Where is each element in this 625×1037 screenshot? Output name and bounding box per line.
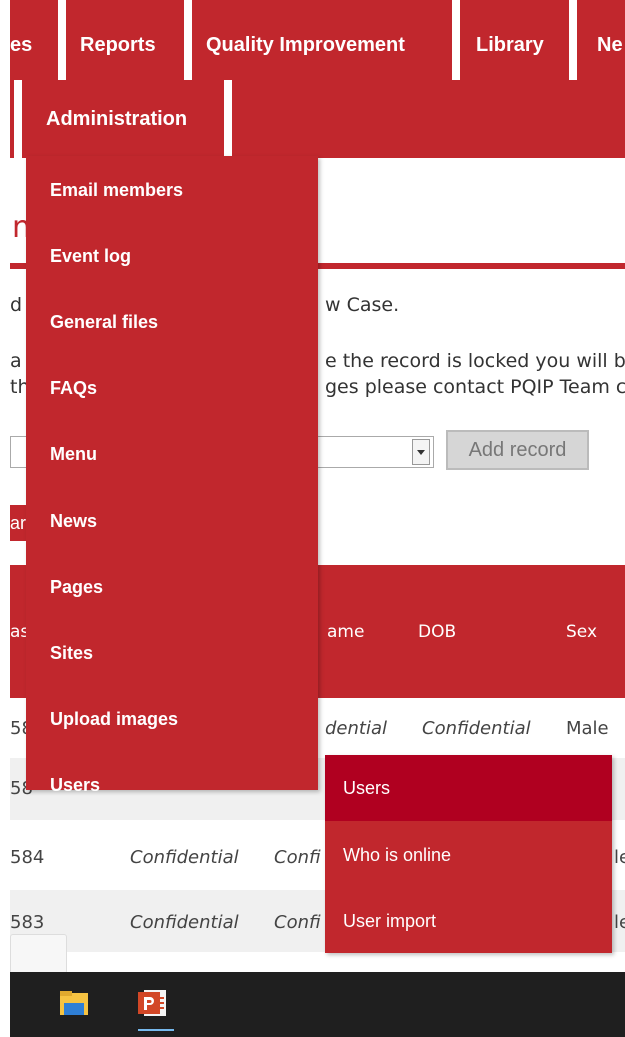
nav-separator <box>58 0 66 80</box>
nav-item-quality-improvement[interactable]: Quality Improvement <box>206 34 405 56</box>
nav-item-library[interactable]: Library <box>476 34 544 56</box>
submenu-item-users[interactable]: Users <box>343 778 390 799</box>
table-cell-name: dential <box>325 718 387 739</box>
add-record-label: Add record <box>468 439 567 461</box>
file-explorer-button[interactable] <box>54 983 98 1031</box>
nav-item-partial[interactable]: es <box>10 34 32 56</box>
caret-down-icon <box>417 450 425 455</box>
menu-item-upload-images[interactable]: Upload images <box>50 709 178 730</box>
search-button-label: ar <box>10 513 27 533</box>
add-record-button[interactable]: Add record <box>446 430 589 470</box>
table-cell-dob: Confi <box>274 847 321 868</box>
intro-text-left: a <box>10 350 22 372</box>
file-explorer-icon <box>60 991 88 1015</box>
select-dropdown-button[interactable] <box>412 439 430 465</box>
column-header-name[interactable]: ame <box>327 622 364 642</box>
nav-separator <box>452 0 460 80</box>
nav-item-administration[interactable]: Administration <box>46 108 187 130</box>
nav-separator <box>569 0 577 80</box>
nav-separator <box>14 80 22 158</box>
menu-item-sites[interactable]: Sites <box>50 643 93 664</box>
table-cell-name: Confidential <box>130 847 239 868</box>
menu-item-menu[interactable]: Menu <box>50 444 97 465</box>
menu-item-users[interactable]: Users <box>50 775 100 796</box>
powerpoint-icon <box>138 990 166 1016</box>
column-header-dob[interactable]: DOB <box>418 622 456 642</box>
menu-item-pages[interactable]: Pages <box>50 577 103 598</box>
active-app-indicator <box>138 1029 174 1031</box>
top-nav <box>10 0 625 158</box>
taskbar-left-strip <box>0 0 10 1037</box>
table-cell-name: Confidential <box>130 912 239 933</box>
intro-text-left: d <box>10 294 23 316</box>
submenu-item-user-import[interactable]: User import <box>343 911 436 932</box>
menu-item-general-files[interactable]: General files <box>50 312 158 333</box>
table-cell-dob: Confidential <box>422 718 531 739</box>
nav-item-reports[interactable]: Reports <box>80 34 156 56</box>
menu-item-faqs[interactable]: FAQs <box>50 378 97 399</box>
menu-item-event-log[interactable]: Event log <box>50 246 131 267</box>
table-cell-sex: le <box>614 847 625 868</box>
status-tooltip <box>10 934 67 974</box>
menu-item-email-members[interactable]: Email members <box>50 180 183 201</box>
table-cell-dob: Confi <box>274 912 321 933</box>
table-cell-id: 584 <box>10 847 45 868</box>
intro-text-right: w Case. <box>325 294 400 316</box>
taskbar <box>10 972 625 1037</box>
table-cell-sex: Male <box>566 718 609 739</box>
nav-separator <box>224 80 232 158</box>
menu-item-news[interactable]: News <box>50 511 97 532</box>
table-cell-sex: le <box>614 912 625 933</box>
submenu-item-who-is-online[interactable]: Who is online <box>343 845 451 866</box>
column-header-sex[interactable]: Sex <box>566 622 597 642</box>
table-cell-id: 583 <box>10 912 45 933</box>
intro-text-right: ges please contact PQIP Team c <box>325 376 625 398</box>
intro-text-right: e the record is locked you will b <box>325 350 625 372</box>
powerpoint-button[interactable] <box>132 983 180 1031</box>
nav-separator <box>184 0 192 80</box>
nav-item-news-partial[interactable]: Ne <box>597 34 623 56</box>
